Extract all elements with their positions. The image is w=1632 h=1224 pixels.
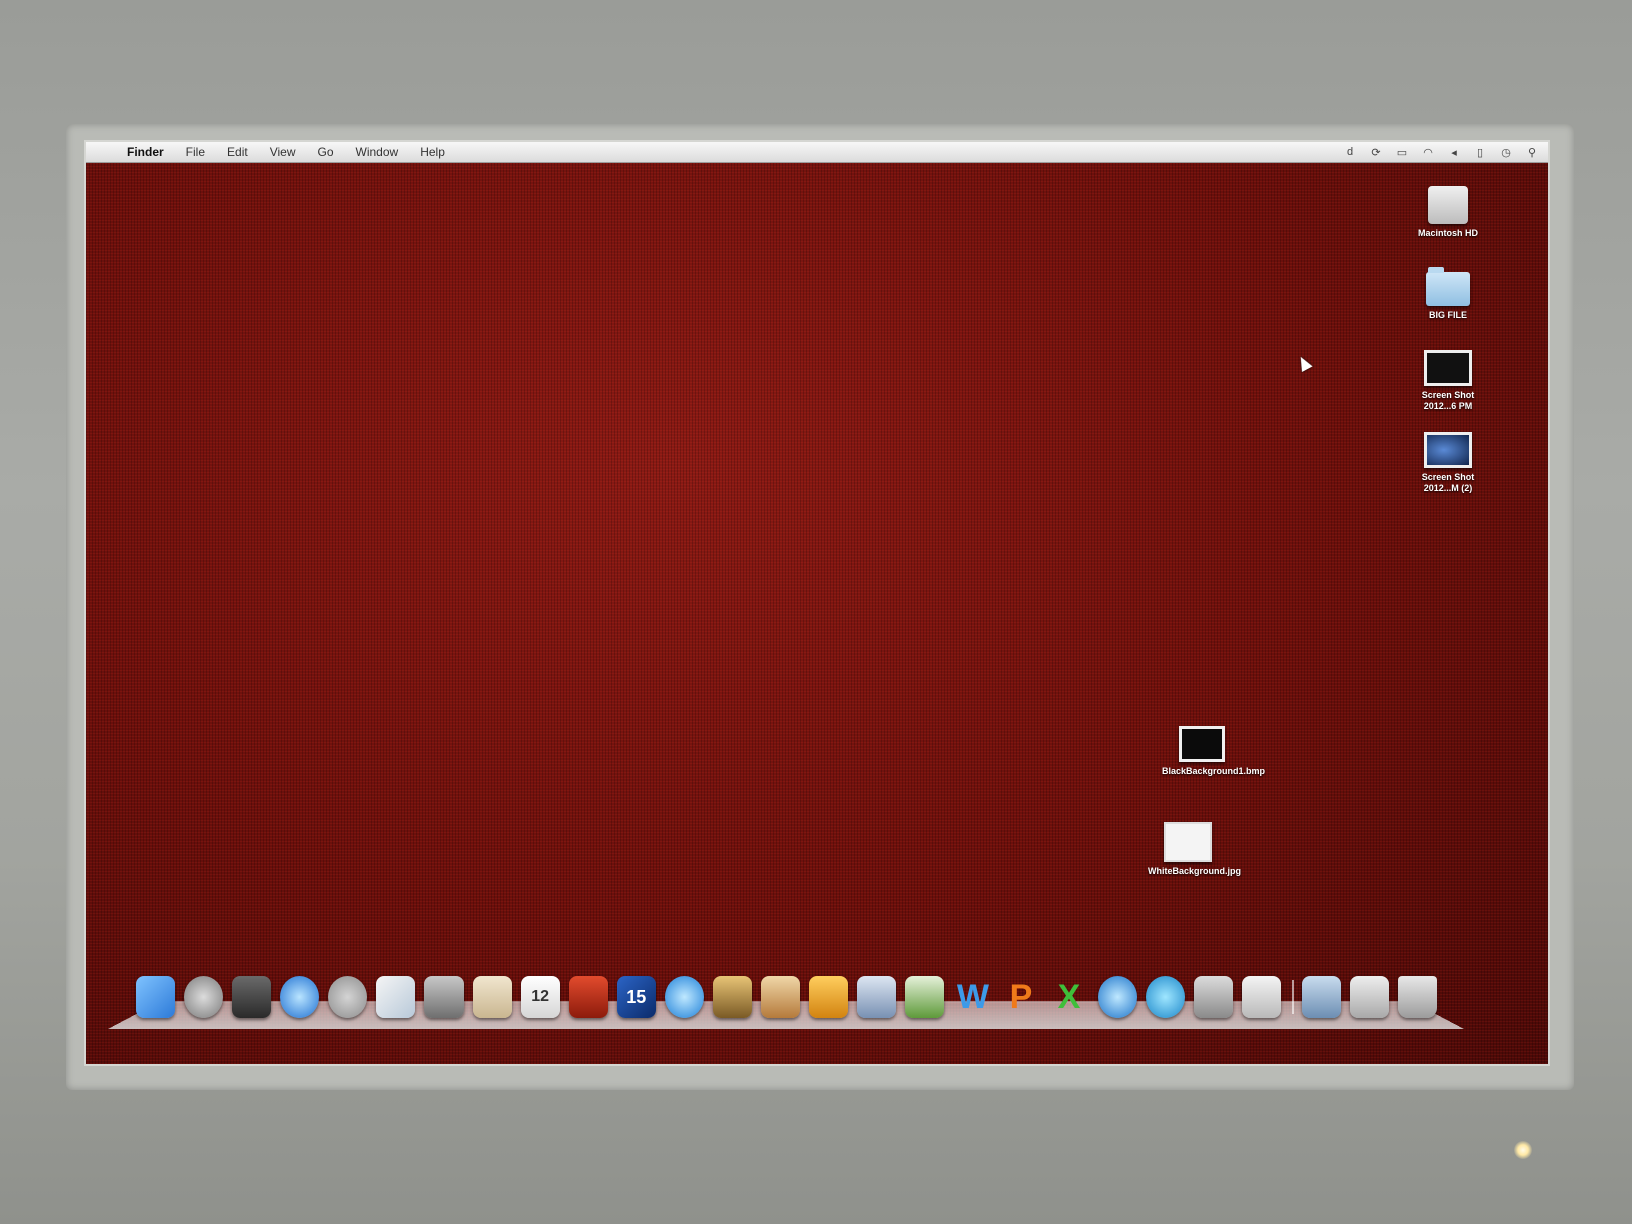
image-file-icon [1179, 726, 1225, 762]
power-light-icon [1514, 1141, 1532, 1159]
dock: 12 15 W P X [136, 966, 1446, 1018]
folder-icon [1426, 267, 1470, 306]
mouse-pointer-icon [1295, 354, 1313, 372]
desktop-icon-label: Macintosh HD [1417, 228, 1478, 238]
menu-file[interactable]: File [186, 145, 205, 159]
excel-letter: X [1057, 977, 1081, 1016]
numbers-icon[interactable] [905, 976, 945, 1018]
dictation-icon[interactable]: d [1344, 146, 1356, 158]
powerpoint-icon[interactable]: P [1001, 976, 1040, 1018]
calendar-icon[interactable]: 12 [520, 976, 560, 1018]
quicktime-icon[interactable] [1097, 976, 1137, 1018]
word-icon[interactable]: W [953, 976, 992, 1018]
spotlight-icon[interactable]: ⚲ [1526, 146, 1538, 159]
wifi-icon[interactable]: ◠ [1422, 146, 1434, 159]
menu-edit[interactable]: Edit [227, 145, 248, 159]
menu-help[interactable]: Help [420, 145, 445, 159]
documents-stack-icon[interactable] [1301, 976, 1341, 1018]
hard-drive-icon [1428, 186, 1468, 224]
quicktime-x-icon[interactable] [1145, 976, 1185, 1018]
desktop-icon-screenshot-2[interactable]: Screen Shot 2012...M (2) [1408, 432, 1488, 494]
messages-icon[interactable] [1241, 976, 1281, 1018]
finder-icon[interactable] [136, 976, 176, 1018]
menu-app-name[interactable]: Finder [127, 145, 164, 159]
desktop-icon-white-background[interactable]: WhiteBackground.jpg [1148, 822, 1241, 877]
trash-icon[interactable] [1397, 976, 1437, 1018]
preview-icon[interactable] [376, 976, 416, 1018]
facetime-icon[interactable] [424, 976, 464, 1018]
menu-view[interactable]: View [270, 145, 296, 159]
menu-bar: Finder File Edit View Go Window Help d ⟳… [86, 142, 1548, 163]
downloads-stack-icon[interactable] [1349, 976, 1389, 1018]
ical-badge: 15 [626, 986, 647, 1007]
desktop-icon-label: BIG FILE [1429, 310, 1467, 320]
mission-control-icon[interactable] [232, 976, 272, 1018]
mail-icon[interactable] [857, 976, 897, 1018]
desktop-icon-label: WhiteBackground.jpg [1148, 866, 1241, 876]
launchpad-icon[interactable] [184, 976, 224, 1018]
photo-booth-icon[interactable] [568, 976, 608, 1018]
desktop-icon-label: Screen Shot 2012...6 PM [1421, 390, 1475, 411]
powerpoint-letter: P [1009, 977, 1033, 1016]
keynote-icon[interactable] [809, 976, 849, 1018]
utility-icon[interactable] [1193, 976, 1233, 1018]
desktop-icon-label: Screen Shot 2012...M (2) [1421, 472, 1475, 493]
desktop-screen: Finder File Edit View Go Window Help d ⟳… [86, 142, 1548, 1064]
desktop-icon-black-background[interactable]: BlackBackground1.bmp [1162, 726, 1265, 777]
battery-icon[interactable]: ▯ [1474, 146, 1486, 159]
system-preferences-icon[interactable] [328, 976, 368, 1018]
image-file-icon [1164, 822, 1212, 862]
clock-icon[interactable]: ◷ [1500, 146, 1512, 159]
desktop-icon-macintosh-hd[interactable]: Macintosh HD [1408, 186, 1488, 239]
monitor-bezel: Finder File Edit View Go Window Help d ⟳… [0, 0, 1632, 1224]
desktop-icon-big-file[interactable]: BIG FILE [1408, 267, 1488, 321]
garageband-icon[interactable] [761, 976, 801, 1018]
safari-icon[interactable] [280, 976, 320, 1018]
sync-icon[interactable]: ⟳ [1370, 146, 1382, 159]
menu-extras: d ⟳ ▭ ◠ ◂ ▯ ◷ ⚲ [1344, 142, 1538, 162]
desktop-icon-label: BlackBackground1.bmp [1162, 766, 1266, 776]
excel-icon[interactable]: X [1049, 976, 1088, 1018]
desktop-icon-screenshot-1[interactable]: Screen Shot 2012...6 PM [1408, 350, 1488, 412]
ical-icon[interactable]: 15 [616, 976, 656, 1018]
screenshot-file-icon [1424, 350, 1472, 386]
screenshot-file-icon [1424, 432, 1472, 468]
menu-window[interactable]: Window [356, 145, 399, 159]
itunes-icon[interactable] [664, 976, 704, 1018]
calendar-day: 12 [531, 988, 550, 1005]
display-icon[interactable]: ▭ [1396, 146, 1408, 159]
dock-separator [1291, 980, 1294, 1014]
word-letter: W [956, 977, 989, 1016]
menu-go[interactable]: Go [318, 145, 334, 159]
iphoto-icon[interactable] [712, 976, 753, 1018]
address-book-icon[interactable] [472, 976, 512, 1018]
volume-icon[interactable]: ◂ [1448, 146, 1460, 159]
